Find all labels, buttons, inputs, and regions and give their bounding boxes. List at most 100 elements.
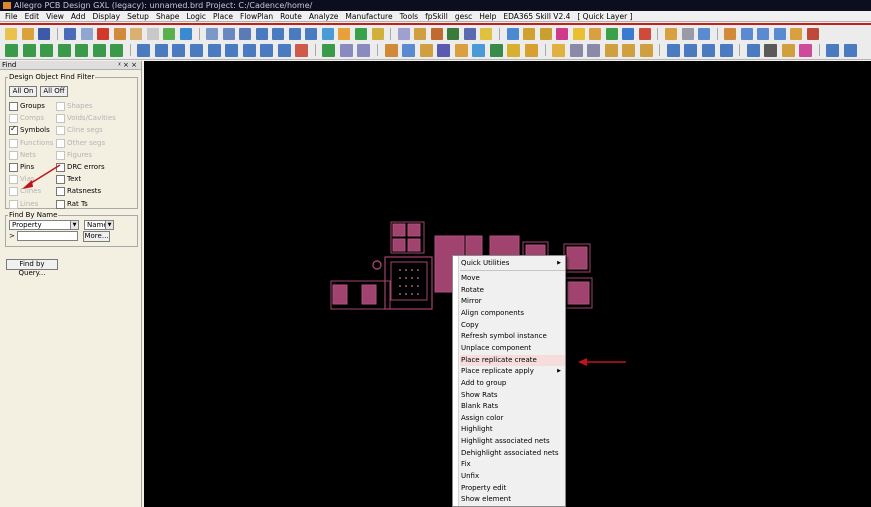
menu-item-place-replicate-create[interactable]: Place replicate create: [460, 354, 565, 367]
all-on-button[interactable]: All On: [9, 86, 37, 97]
filter-groups-checkbox[interactable]: Groups: [9, 101, 45, 111]
3d-view-icon[interactable]: [355, 28, 368, 40]
menu-flowplan[interactable]: FlowPlan: [237, 11, 277, 21]
color-icon[interactable]: [397, 28, 410, 40]
redo-icon[interactable]: [130, 28, 143, 40]
filter-lines-checkbox[interactable]: Lines: [9, 199, 38, 209]
pencil-icon[interactable]: [799, 44, 813, 57]
pin-icon[interactable]: [180, 28, 193, 40]
filter-cline-segs-checkbox[interactable]: Cline segs: [56, 125, 103, 136]
filter-symbols-checkbox[interactable]: ✓ Symbols: [9, 124, 50, 136]
filter-voids-cavities-checkbox[interactable]: Voids/Cavities: [56, 113, 116, 124]
measure-distance-icon[interactable]: [357, 44, 371, 57]
skill-1-icon[interactable]: [552, 44, 566, 57]
menu-item-fix[interactable]: Fix: [460, 459, 565, 471]
move-icon[interactable]: [64, 28, 77, 40]
keepout-icon[interactable]: [295, 44, 309, 57]
filter-comps-checkbox[interactable]: Comps: [9, 113, 44, 124]
filter-nets-checkbox[interactable]: Nets: [9, 150, 36, 160]
find-mode-select[interactable]: Name ▼: [84, 220, 114, 230]
new-file-icon[interactable]: [5, 28, 17, 40]
find-type-select[interactable]: Property ▼: [9, 220, 79, 230]
artwork-icon[interactable]: [454, 44, 468, 57]
property-icon[interactable]: [539, 28, 552, 40]
connect-icon[interactable]: [826, 44, 840, 57]
save-icon[interactable]: [38, 28, 51, 40]
menu-setup[interactable]: Setup: [124, 11, 153, 21]
zoom-fit-icon[interactable]: [288, 28, 301, 40]
menu-tools[interactable]: Tools: [397, 11, 422, 21]
filter-functions-checkbox[interactable]: Functions: [9, 138, 53, 148]
drc-icon[interactable]: [447, 28, 460, 40]
menu-eda365-skill[interactable]: EDA365 Skill V2.4: [500, 11, 574, 21]
menu-item-property-edit[interactable]: Property edit: [460, 483, 565, 495]
open-icon[interactable]: [21, 28, 34, 40]
layer-green-7-icon[interactable]: [110, 44, 124, 57]
menu-item-assign-color[interactable]: Assign color: [460, 413, 565, 425]
distribute-icon[interactable]: [684, 44, 698, 57]
search-icon[interactable]: [719, 44, 733, 57]
toggle-icon[interactable]: [698, 28, 711, 40]
route-icon[interactable]: [740, 28, 753, 40]
gerber-icon[interactable]: [524, 44, 538, 57]
constraint-icon[interactable]: [622, 28, 635, 40]
info-icon[interactable]: [506, 28, 519, 40]
all-off-button[interactable]: All Off: [40, 86, 68, 97]
menu-manufacture[interactable]: Manufacture: [342, 11, 396, 21]
skill-6-icon[interactable]: [639, 44, 653, 57]
menu-quick-layer[interactable]: [ Quick Layer ]: [574, 11, 636, 21]
layer-green-2-icon[interactable]: [22, 44, 36, 57]
menu-item-show-element[interactable]: Show element: [460, 494, 565, 506]
skill-2-icon[interactable]: [569, 44, 583, 57]
menu-file[interactable]: File: [0, 11, 22, 21]
add-rect-icon[interactable]: [190, 44, 204, 57]
spread-icon[interactable]: [339, 44, 353, 57]
redo-arrow-icon[interactable]: [146, 28, 159, 40]
add-shape-icon[interactable]: [225, 44, 239, 57]
pin-swap-icon[interactable]: [402, 44, 416, 57]
filter-figures-checkbox[interactable]: Figures: [56, 150, 92, 160]
cline-icon[interactable]: [724, 28, 737, 40]
glossing-icon[interactable]: [806, 28, 819, 40]
menu-item-quick-utilities[interactable]: Quick Utilities ▶: [460, 258, 565, 271]
find-by-query-button[interactable]: Find by Query...: [6, 259, 58, 277]
zoom-points-icon[interactable]: [239, 28, 252, 40]
window-icon[interactable]: [701, 44, 715, 57]
shapes-icon[interactable]: [638, 28, 651, 40]
menu-item-unplace-component[interactable]: Unplace component: [460, 343, 565, 355]
layer-green-icon[interactable]: [5, 44, 18, 57]
shape-icon[interactable]: [163, 28, 176, 40]
rat-icon[interactable]: [781, 44, 795, 57]
slide-line-icon[interactable]: [843, 44, 857, 57]
menu-item-move[interactable]: Move: [460, 273, 565, 285]
measure-icon[interactable]: [523, 28, 536, 40]
sun-icon[interactable]: [572, 28, 585, 40]
export-icon[interactable]: [507, 44, 521, 57]
rectangle-icon[interactable]: [764, 44, 778, 57]
menu-item-align-components[interactable]: Align components: [460, 308, 565, 320]
menu-item-highlight-associated-nets[interactable]: Highlight associated nets: [460, 436, 565, 448]
menu-fpskill[interactable]: fpSkill: [422, 11, 452, 21]
skill-4-icon[interactable]: [604, 44, 618, 57]
add-frect-icon[interactable]: [207, 44, 221, 57]
net-icon[interactable]: [605, 28, 618, 40]
pen-icon[interactable]: [556, 28, 569, 40]
menu-place[interactable]: Place: [210, 11, 237, 21]
grid-toggle-icon[interactable]: [222, 28, 235, 40]
menu-route[interactable]: Route: [277, 11, 306, 21]
filter-rat-ts-checkbox[interactable]: Rat Ts: [56, 199, 88, 209]
copy-icon[interactable]: [80, 28, 93, 40]
bulb-icon[interactable]: [589, 28, 602, 40]
fanout-icon[interactable]: [757, 28, 770, 40]
zoom-out-icon[interactable]: [272, 28, 285, 40]
settings-icon[interactable]: [681, 28, 694, 40]
menu-item-place-replicate-apply[interactable]: Place replicate apply ▶: [460, 366, 565, 378]
menu-add[interactable]: Add: [68, 11, 90, 21]
database-icon[interactable]: [480, 28, 493, 40]
filter-other-segs-checkbox[interactable]: Other segs: [56, 138, 105, 148]
backdrill-icon[interactable]: [437, 44, 451, 57]
menu-edit[interactable]: Edit: [22, 11, 44, 21]
gate-swap-icon[interactable]: [419, 44, 433, 57]
menu-analyze[interactable]: Analyze: [306, 11, 343, 21]
menu-item-dehighlight-associated-nets[interactable]: Dehighlight associated nets: [460, 448, 565, 460]
